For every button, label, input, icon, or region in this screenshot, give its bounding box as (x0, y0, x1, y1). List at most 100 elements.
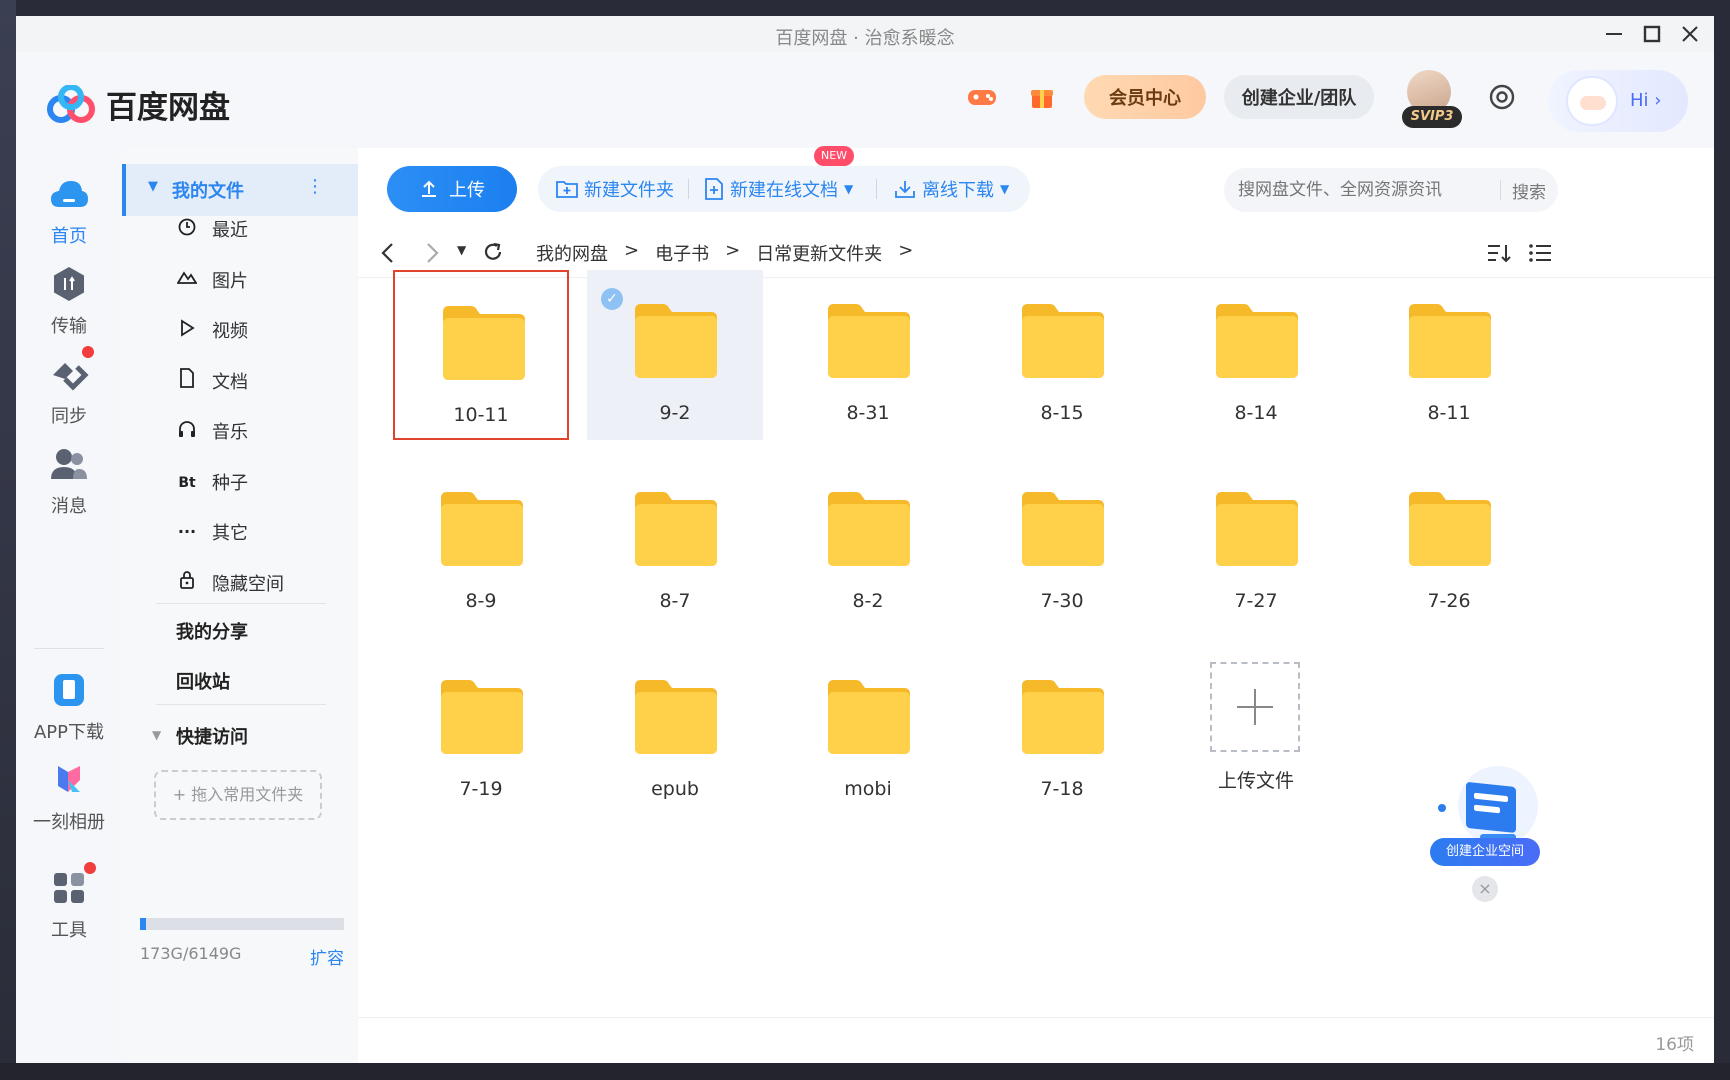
close-promo-icon[interactable]: × (1472, 876, 1498, 902)
back-icon[interactable] (380, 242, 396, 264)
sidebar-item-label: 音乐 (212, 422, 248, 443)
maximize-icon (1643, 25, 1661, 43)
breadcrumb-item[interactable]: 日常更新文件夹 (756, 240, 882, 266)
create-space-button[interactable]: 创建企业空间 (1430, 838, 1540, 866)
folder-item[interactable]: 8-9 (393, 458, 569, 628)
sort-icon[interactable] (1486, 242, 1512, 264)
close-button[interactable] (1670, 18, 1710, 50)
user-avatar[interactable]: SVIP3 (1402, 70, 1462, 130)
nav-album[interactable]: 一刻相册 (16, 758, 122, 834)
folder-item[interactable]: 8-31 (780, 270, 956, 440)
upload-label: 上传 (449, 180, 485, 201)
folder-icon (1212, 300, 1300, 384)
main-content: 上传 新建文件夹 新建在线文档 ▼ NEW 离线下载 ▼ 搜索 ▼ (358, 146, 1714, 1063)
nav-home[interactable]: 首页 (16, 172, 122, 248)
sidebar-item-clock[interactable]: 最近 (176, 216, 248, 242)
my-files-label: 我的文件 (172, 181, 244, 202)
new-folder-button[interactable]: 新建文件夹 (556, 166, 674, 212)
list-view-icon[interactable] (1528, 242, 1552, 264)
folder-item[interactable]: epub (587, 646, 763, 816)
drop-folder-zone[interactable]: + 拖入常用文件夹 (154, 770, 322, 820)
folder-item[interactable]: 8-7 (587, 458, 763, 628)
folder-item[interactable]: 8-14 (1168, 270, 1344, 440)
new-folder-icon (556, 181, 578, 198)
folder-icon (437, 676, 525, 760)
baidu-netdisk-logo-icon (47, 84, 95, 123)
sidebar-item-document[interactable]: 文档 (176, 368, 248, 394)
check-icon[interactable]: ✓ (601, 288, 623, 310)
folder-item[interactable]: 7-18 (974, 646, 1150, 816)
new-online-doc-button[interactable]: 新建在线文档 ▼ (704, 166, 853, 212)
history-dropdown-icon[interactable]: ▼ (457, 243, 466, 257)
settings-icon (1489, 84, 1515, 110)
sidebar-item-label: 图片 (212, 270, 248, 292)
folder-item[interactable]: 8-11 (1361, 270, 1537, 440)
game-button[interactable] (962, 75, 1002, 119)
upload-button[interactable]: 上传 (387, 166, 517, 212)
sidebar-item-label: 最近 (212, 220, 248, 241)
sidebar-recycle-bin[interactable]: 回收站 (176, 668, 230, 694)
folder-item[interactable]: 7-30 (974, 458, 1150, 628)
settings-button[interactable] (1482, 75, 1522, 119)
nav-tools[interactable]: 工具 (16, 862, 122, 942)
sidebar-my-files[interactable]: ▼ 我的文件 ⋮ (122, 164, 358, 216)
folder-icon (1405, 300, 1493, 384)
vip-center-button[interactable]: 会员中心 (1084, 75, 1206, 119)
nav-divider (34, 648, 104, 649)
sidebar-item-bt[interactable]: Bt 种子 (176, 469, 248, 495)
nav-app-download-label: APP下载 (33, 722, 105, 743)
folder-name: 8-14 (1234, 402, 1278, 424)
storage-usage: 173G/6149G (140, 944, 242, 963)
upload-file-tile[interactable]: 上传文件 (1168, 646, 1344, 816)
breadcrumb-item[interactable]: 电子书 (655, 240, 709, 266)
folder-item[interactable]: mobi (780, 646, 956, 816)
search-input[interactable] (1238, 176, 1488, 204)
phone-icon (47, 668, 91, 712)
sidebar-item-play[interactable]: 视频 (176, 317, 248, 343)
folder-item[interactable]: 8-2 (780, 458, 956, 628)
nav-messages[interactable]: 消息 (16, 442, 122, 518)
cloud-icon (47, 172, 91, 216)
sidebar-item-headphones[interactable]: 音乐 (176, 418, 248, 444)
sidebar-my-share[interactable]: 我的分享 (176, 618, 248, 644)
more-options-icon[interactable]: ⋮ (306, 176, 324, 197)
maximize-button[interactable] (1632, 18, 1672, 50)
expand-storage-link[interactable]: 扩容 (310, 944, 344, 969)
sidebar-item-ellipsis[interactable]: ··· 其它 (176, 519, 248, 545)
nav-app-download[interactable]: APP下载 (16, 668, 122, 744)
contacts-icon (47, 442, 91, 486)
gift-button[interactable] (1022, 75, 1062, 119)
forward-icon[interactable] (424, 242, 440, 264)
assistant-button[interactable]: Hi › (1548, 70, 1688, 132)
sync-icon (47, 352, 91, 396)
folder-name: 7-26 (1427, 590, 1471, 612)
notification-dot (82, 346, 94, 358)
offline-download-button[interactable]: 离线下载 ▼ (894, 166, 1009, 212)
sidebar-item-mountain[interactable]: 图片 (176, 267, 248, 293)
folder-icon (631, 488, 719, 572)
nav-transfer-label: 传输 (51, 316, 87, 337)
create-team-button[interactable]: 创建企业/团队 (1224, 75, 1374, 119)
folder-item[interactable]: 8-15 (974, 270, 1150, 440)
item-count: 16项 (1655, 1035, 1694, 1055)
sidebar-item-lock[interactable]: 隐藏空间 (176, 570, 284, 596)
nav-transfer[interactable]: 传输 (16, 262, 122, 338)
search-divider (1500, 180, 1501, 200)
refresh-icon[interactable] (482, 241, 504, 263)
minimize-button[interactable] (1594, 18, 1634, 50)
folder-item[interactable]: ✓ 9-2 (587, 270, 763, 440)
app-logo[interactable]: 百度网盘 (46, 82, 230, 127)
hi-label: Hi › (1630, 90, 1662, 111)
folder-item[interactable]: 7-19 (393, 646, 569, 816)
folder-item[interactable]: 7-27 (1168, 458, 1344, 628)
storage-bar (140, 918, 344, 930)
minimize-icon (1606, 33, 1622, 35)
nav-sync[interactable]: 同步 (16, 346, 122, 428)
folder-icon (824, 300, 912, 384)
folder-item[interactable]: 7-26 (1361, 458, 1537, 628)
breadcrumb-item[interactable]: 我的网盘 (536, 240, 608, 266)
folder-item[interactable]: 10-11 (393, 270, 569, 440)
sidebar-quick-access[interactable]: 快捷访问 (176, 723, 248, 749)
search-button[interactable]: 搜索 (1512, 178, 1546, 203)
apps-icon (47, 866, 91, 910)
